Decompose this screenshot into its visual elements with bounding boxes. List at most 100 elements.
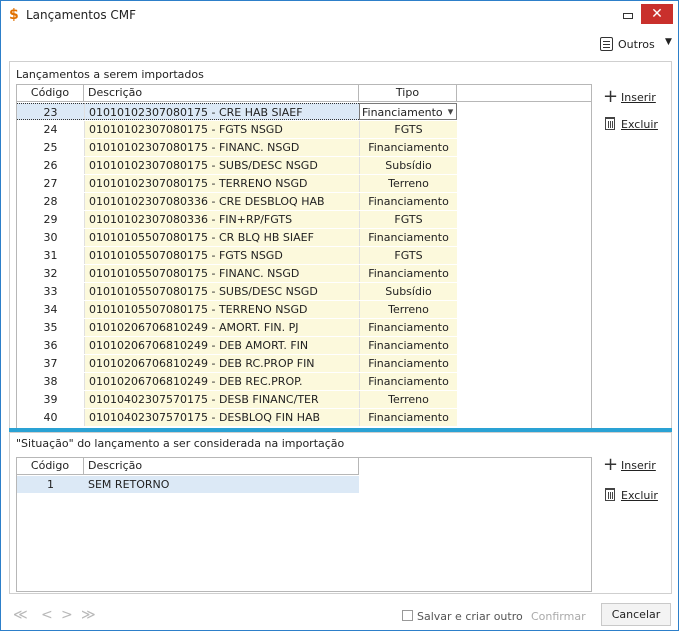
first-record-button[interactable]: ≪ xyxy=(13,607,28,623)
cell-tipo[interactable]: Subsídio xyxy=(359,157,457,174)
cell-descricao[interactable]: 01010102307080175 - SUBS/DESC NSGD xyxy=(84,157,359,174)
cell-codigo[interactable]: 36 xyxy=(17,337,84,354)
title-bar: $ Lançamentos CMF ✕ xyxy=(1,1,678,29)
cell-descricao[interactable]: 01010102307080336 - CRE DESBLOQ HAB xyxy=(84,193,359,210)
cell-codigo[interactable]: 40 xyxy=(17,409,84,426)
cell-descricao[interactable]: 01010105507080175 - FGTS NSGD xyxy=(84,247,359,264)
cell-codigo[interactable]: 32 xyxy=(17,265,84,282)
save-and-create-label[interactable]: Salvar e criar outro xyxy=(417,610,523,623)
cell-codigo[interactable]: 30 xyxy=(17,229,84,246)
col-header-codigo[interactable]: Código xyxy=(17,85,84,102)
cell-tipo[interactable]: FGTS xyxy=(359,247,457,264)
cell-descricao[interactable]: 01010102307080175 - CRE HAB SIAEF xyxy=(84,103,359,120)
cell-codigo[interactable]: 23 xyxy=(17,103,84,120)
table-row[interactable]: 40 01010402307570175 - DESBLOQ FIN HAB Fin… xyxy=(17,409,591,426)
cell-tipo[interactable]: Terreno xyxy=(359,391,457,408)
cancel-button[interactable]: Cancelar xyxy=(601,603,671,626)
cell-codigo[interactable]: 34 xyxy=(17,301,84,318)
cell-tipo[interactable]: FGTS xyxy=(359,211,457,228)
cell-descricao[interactable]: 01010206706810249 - DEB RC.PROP FIN xyxy=(84,355,359,372)
cell-codigo[interactable]: 38 xyxy=(17,373,84,390)
chevron-down-icon[interactable]: ▾ xyxy=(445,103,456,120)
inserir-label: Inserir xyxy=(621,91,656,104)
last-record-button[interactable]: ≫ xyxy=(81,607,96,623)
table-row[interactable]: 23 01010102307080175 - CRE HAB SIAEF Finan… xyxy=(17,103,591,120)
table-row[interactable]: 1 SEM RETORNO xyxy=(17,476,591,493)
previous-record-button[interactable]: < xyxy=(41,607,53,623)
lancamentos-section-title: Lançamentos a serem importados xyxy=(16,68,204,81)
cell-tipo[interactable]: Financiamento xyxy=(359,265,457,282)
table-row[interactable]: 26 01010102307080175 - SUBS/DESC NSGD Subs… xyxy=(17,157,591,174)
save-and-create-checkbox[interactable] xyxy=(402,610,413,621)
cell-tipo[interactable]: Financiamento xyxy=(359,229,457,246)
outros-menu-button[interactable]: Outros ▼ xyxy=(598,36,674,54)
cell-codigo[interactable]: 33 xyxy=(17,283,84,300)
cell-descricao[interactable]: 01010206706810249 - AMORT. FIN. PJ xyxy=(84,319,359,336)
cell-descricao[interactable]: 01010105507080175 - FINANC. NSGD xyxy=(84,265,359,282)
cell-tipo[interactable]: Financiamento xyxy=(359,193,457,210)
trash-icon xyxy=(605,117,615,130)
cell-codigo[interactable]: 39 xyxy=(17,391,84,408)
cell-codigo[interactable]: 24 xyxy=(17,121,84,138)
confirm-button[interactable]: Confirmar xyxy=(531,610,586,623)
table-row[interactable]: 38 01010206706810249 - DEB REC.PROP. Finan… xyxy=(17,373,591,390)
grid-header: Código Descrição xyxy=(17,458,359,475)
cell-tipo[interactable]: Financiamento xyxy=(359,373,457,390)
cell-descricao[interactable]: 01010105507080175 - SUBS/DESC NSGD xyxy=(84,283,359,300)
next-record-button[interactable]: > xyxy=(61,607,73,623)
close-button[interactable]: ✕ xyxy=(641,4,673,24)
cell-codigo[interactable]: 27 xyxy=(17,175,84,192)
cell-codigo[interactable]: 28 xyxy=(17,193,84,210)
outros-label: Outros xyxy=(618,38,655,51)
table-row[interactable]: 34 01010105507080175 - TERRENO NSGD Terren… xyxy=(17,301,591,318)
cell-tipo[interactable]: Terreno xyxy=(359,175,457,192)
cell-codigo[interactable]: 25 xyxy=(17,139,84,156)
cell-codigo[interactable]: 37 xyxy=(17,355,84,372)
cell-tipo[interactable]: Terreno xyxy=(359,301,457,318)
cell-tipo[interactable]: FGTS xyxy=(359,121,457,138)
cell-tipo[interactable]: Financiamento xyxy=(359,337,457,354)
col-header-tipo[interactable]: Tipo xyxy=(359,85,457,102)
table-row[interactable]: 25 01010102307080175 - FINANC. NSGD Financ… xyxy=(17,139,591,156)
lancamentos-panel: Lançamentos a serem importados Código De… xyxy=(9,61,672,430)
cell-descricao[interactable]: 01010206706810249 - DEB REC.PROP. xyxy=(84,373,359,390)
table-row[interactable]: 29 01010102307080336 - FIN+RP/FGTS FGTS xyxy=(17,211,591,228)
cell-tipo[interactable]: Financiamento xyxy=(359,319,457,336)
cell-descricao[interactable]: 01010105507080175 - CR BLQ HB SIAEF xyxy=(84,229,359,246)
cell-codigo[interactable]: 31 xyxy=(17,247,84,264)
cell-descricao[interactable]: 01010402307570175 - DESBLOQ FIN HAB xyxy=(84,409,359,426)
table-row[interactable]: 32 01010105507080175 - FINANC. NSGD Financ… xyxy=(17,265,591,282)
table-row[interactable]: 24 01010102307080175 - FGTS NSGD FGTS xyxy=(17,121,591,138)
cell-descricao[interactable]: 01010102307080175 - TERRENO NSGD xyxy=(84,175,359,192)
cell-descricao[interactable]: 01010105507080175 - TERRENO NSGD xyxy=(84,301,359,318)
excluir-label: Excluir xyxy=(621,118,658,131)
cell-codigo[interactable]: 1 xyxy=(17,476,84,493)
cell-descricao[interactable]: 01010102307080175 - FINANC. NSGD xyxy=(84,139,359,156)
table-row[interactable]: 30 01010105507080175 - CR BLQ HB SIAEF Fin… xyxy=(17,229,591,246)
tipo-select[interactable]: Financiamento xyxy=(359,103,457,120)
cell-tipo[interactable]: Subsídio xyxy=(359,283,457,300)
cell-descricao[interactable]: 01010206706810249 - DEB AMORT. FIN xyxy=(84,337,359,354)
col-header-descricao[interactable]: Descrição xyxy=(84,458,359,475)
cell-descricao[interactable]: 01010102307080175 - FGTS NSGD xyxy=(84,121,359,138)
cell-codigo[interactable]: 26 xyxy=(17,157,84,174)
table-row[interactable]: 28 01010102307080336 - CRE DESBLOQ HAB Fin… xyxy=(17,193,591,210)
cell-descricao[interactable]: SEM RETORNO xyxy=(84,476,359,493)
cell-tipo[interactable]: Financiamento xyxy=(359,355,457,372)
cell-tipo[interactable]: Financiamento xyxy=(359,139,457,156)
cell-codigo[interactable]: 35 xyxy=(17,319,84,336)
table-row[interactable]: 31 01010105507080175 - FGTS NSGD FGTS xyxy=(17,247,591,264)
col-header-descricao[interactable]: Descrição xyxy=(84,85,359,102)
table-row[interactable]: 35 01010206706810249 - AMORT. FIN. PJ Fina… xyxy=(17,319,591,336)
cell-descricao[interactable]: 01010102307080336 - FIN+RP/FGTS xyxy=(84,211,359,228)
cell-descricao[interactable]: 01010402307570175 - DESB FINANC/TER xyxy=(84,391,359,408)
cell-codigo[interactable]: 29 xyxy=(17,211,84,228)
table-row[interactable]: 33 01010105507080175 - SUBS/DESC NSGD Subs… xyxy=(17,283,591,300)
col-header-codigo[interactable]: Código xyxy=(17,458,84,475)
table-row[interactable]: 37 01010206706810249 - DEB RC.PROP FIN Fin… xyxy=(17,355,591,372)
table-row[interactable]: 27 01010102307080175 - TERRENO NSGD Terren… xyxy=(17,175,591,192)
table-row[interactable]: 36 01010206706810249 - DEB AMORT. FIN Fina… xyxy=(17,337,591,354)
cell-tipo[interactable]: Financiamento xyxy=(359,409,457,426)
minimize-button[interactable] xyxy=(613,4,641,26)
table-row[interactable]: 39 01010402307570175 - DESB FINANC/TER Ter… xyxy=(17,391,591,408)
